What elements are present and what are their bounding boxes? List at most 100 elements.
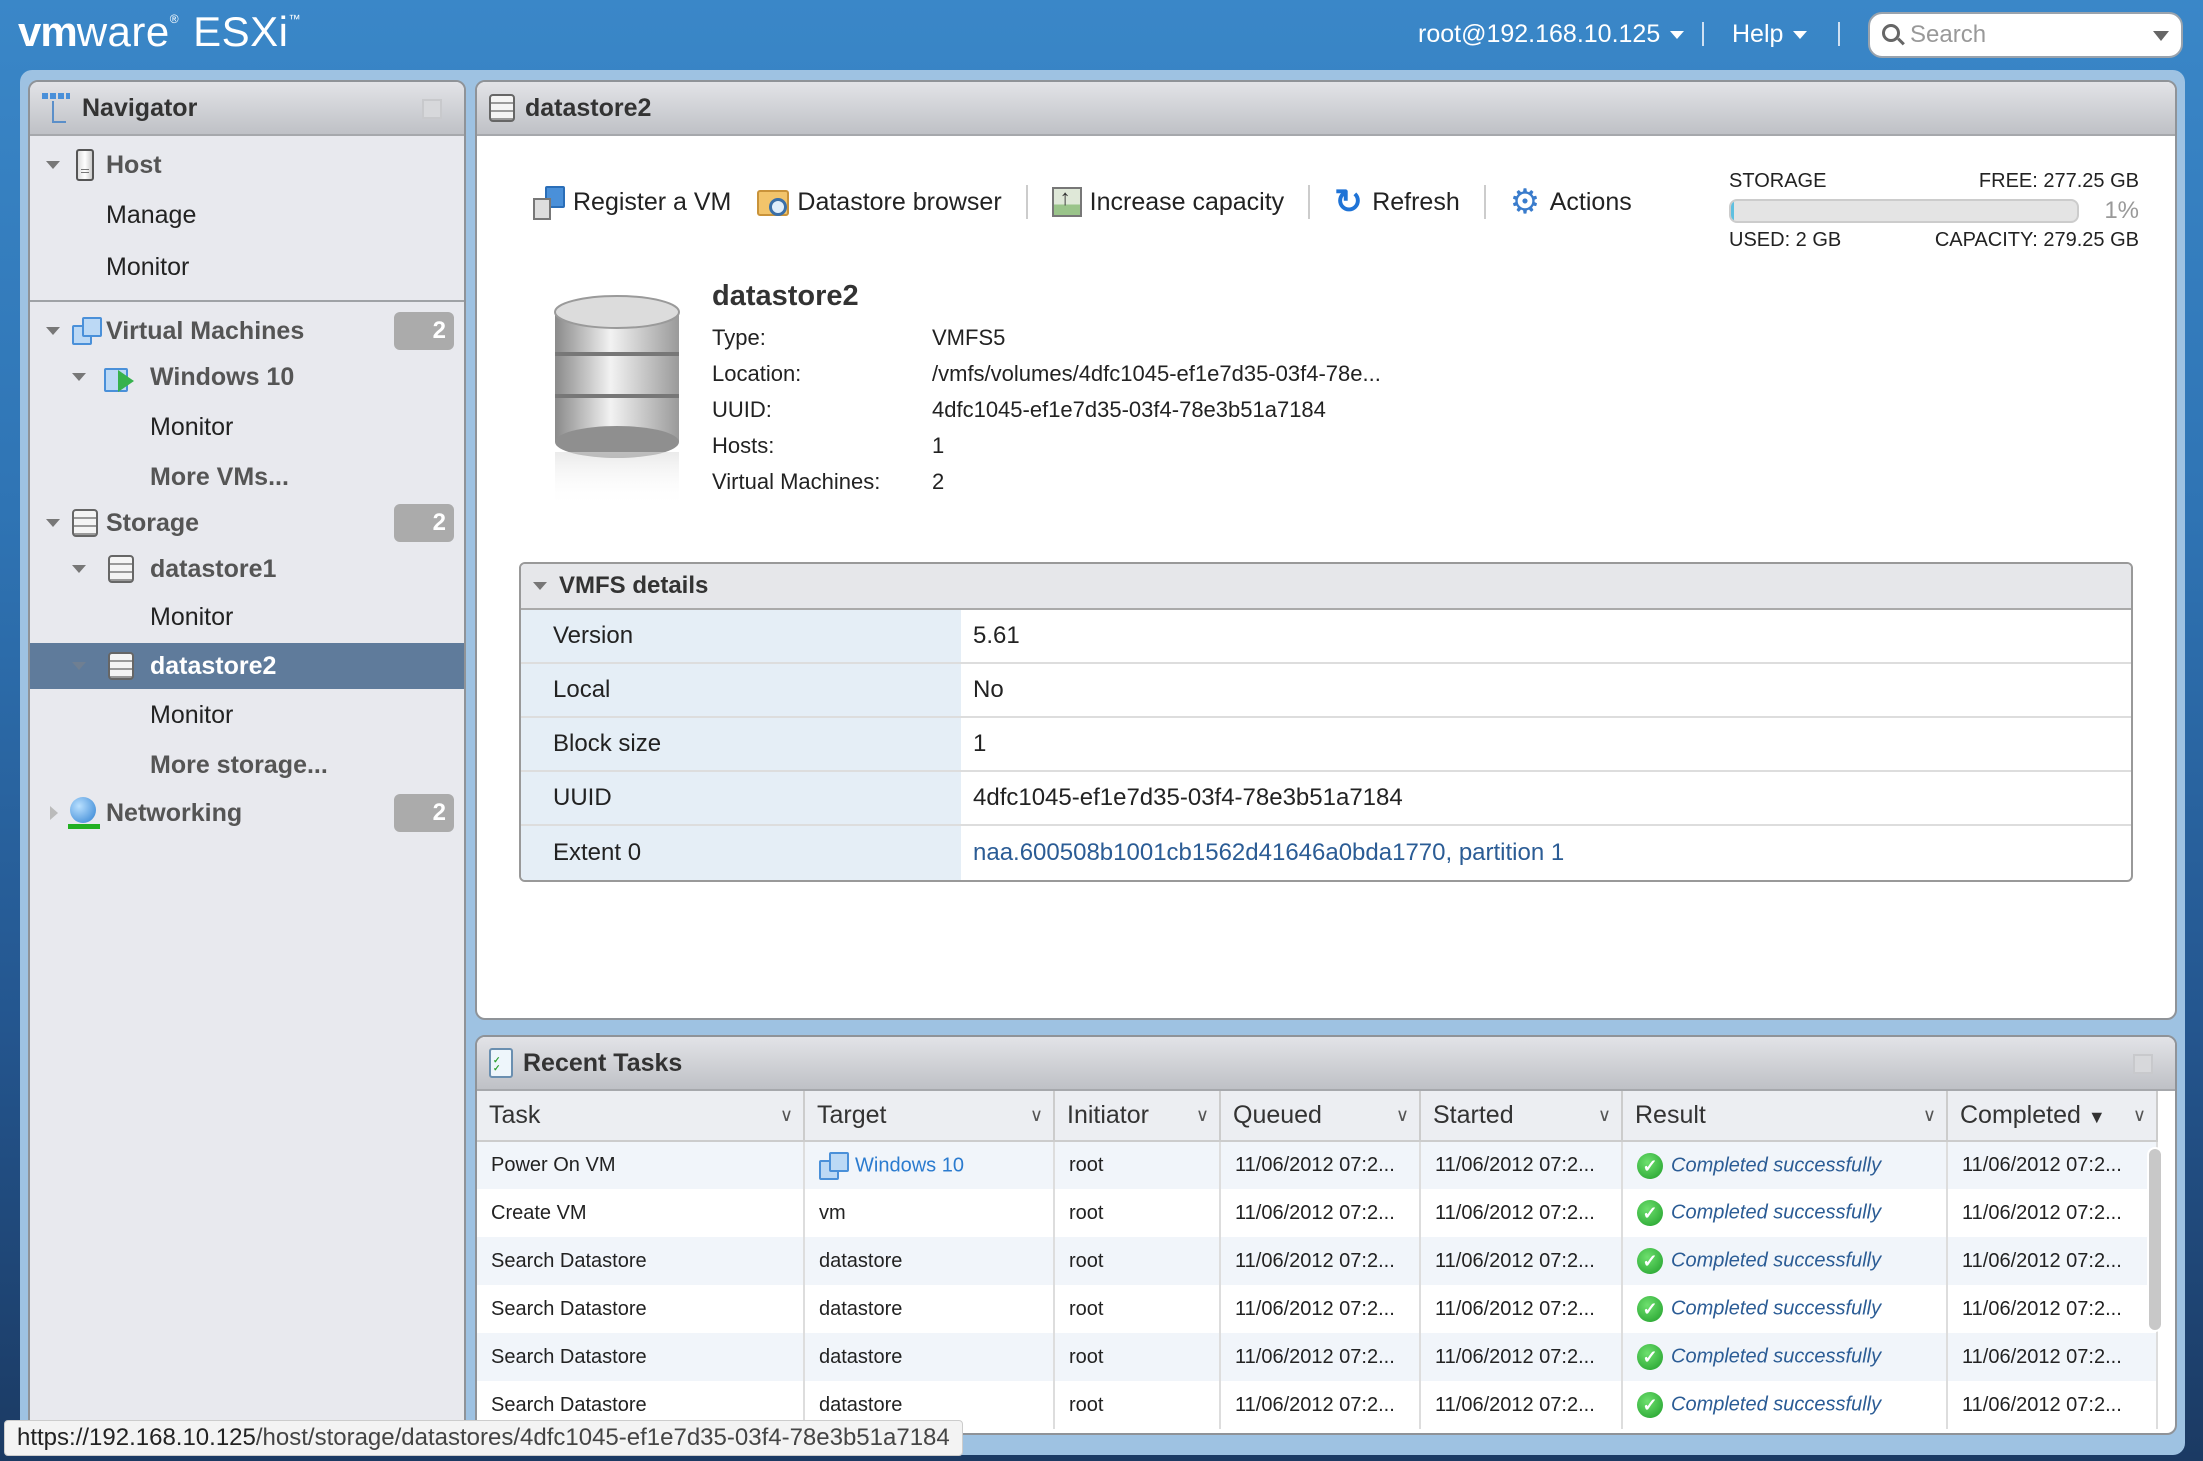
property-key: UUID: — [712, 397, 772, 422]
nav-more-storage[interactable]: More storage... — [30, 742, 464, 788]
cell-text: 11/06/2012 07:2... — [1962, 1393, 2122, 1416]
chevron-down-icon[interactable]: ∨ — [780, 1105, 793, 1126]
cell-text: 11/06/2012 07:2... — [1235, 1201, 1395, 1224]
clipboard-tasks-icon — [489, 1048, 513, 1078]
column-header-initiator[interactable]: Initiator ∨ — [1054, 1091, 1221, 1142]
refresh-icon: ↻ — [1334, 183, 1363, 221]
task-name-cell: Search Datastore — [477, 1237, 805, 1285]
cell-text: 11/06/2012 07:2... — [1435, 1297, 1595, 1320]
collapse-triangle-icon[interactable] — [50, 806, 58, 820]
nav-networking[interactable]: Networking 2 — [30, 790, 464, 836]
chevron-down-icon[interactable]: ∨ — [1396, 1105, 1409, 1126]
column-header-completed[interactable]: Completed ▼ ∨ — [1947, 1091, 2158, 1142]
nav-datastore1-monitor[interactable]: Monitor — [30, 594, 464, 640]
register-vm-icon — [533, 186, 565, 220]
task-row[interactable]: Search Datastore datastore root 11/06/2012 … — [477, 1285, 2158, 1333]
storage-capacity: CAPACITY: 279.25 GB — [1934, 229, 2139, 251]
datastore-panel-header: datastore2 — [477, 82, 2175, 136]
task-queued-cell: 11/06/2012 07:2... — [1220, 1333, 1421, 1381]
column-label: Initiator — [1067, 1101, 1149, 1129]
tasks-header-row: Task ∨ Target ∨ Initiator ∨ Queued ∨ Started… — [477, 1091, 2158, 1142]
column-header-target[interactable]: Target ∨ — [804, 1091, 1055, 1142]
navigator-panel: Navigator Host Manage Monitor Virtual Ma… — [28, 80, 466, 1440]
cell-text: 11/06/2012 07:2... — [1435, 1393, 1595, 1416]
help-menu[interactable]: Help — [1732, 20, 1808, 49]
nav-datastore2-monitor[interactable]: Monitor — [30, 692, 464, 738]
nav-vm-monitor[interactable]: Monitor — [30, 404, 464, 450]
task-result-cell: ✓ Completed successfully — [1622, 1333, 1948, 1381]
vm-powered-on-icon — [104, 362, 136, 392]
nav-more-vms[interactable]: More VMs... — [30, 454, 464, 500]
column-label: Queued — [1233, 1101, 1322, 1129]
cell-text: 11/06/2012 07:2... — [1235, 1297, 1395, 1320]
refresh-button[interactable]: ↻ Refresh — [1328, 183, 1466, 221]
nav-storage[interactable]: Storage 2 — [30, 500, 464, 546]
cell-text: 11/06/2012 07:2... — [1435, 1249, 1595, 1272]
task-target-cell[interactable]: Windows 10 — [804, 1141, 1055, 1189]
task-row[interactable]: Search Datastore datastore root 11/06/2012 … — [477, 1333, 2158, 1381]
property-row: Type: VMFS5 — [712, 320, 1381, 356]
logo-product: ESXi — [193, 8, 289, 55]
task-completed-cell: 11/06/2012 07:2... — [1947, 1333, 2158, 1381]
chevron-down-icon[interactable]: ∨ — [1923, 1105, 1936, 1126]
search-dropdown-icon[interactable] — [2153, 31, 2169, 41]
task-target-cell: datastore — [804, 1285, 1055, 1333]
increase-capacity-button[interactable]: Increase capacity — [1046, 185, 1291, 217]
column-header-result[interactable]: Result ∨ — [1622, 1091, 1948, 1142]
minimize-tasks-button[interactable] — [2133, 1054, 2153, 1074]
expand-triangle-icon[interactable] — [46, 161, 60, 169]
task-started-cell: 11/06/2012 07:2... — [1420, 1333, 1623, 1381]
datastore-browser-button[interactable]: Datastore browser — [751, 186, 1007, 218]
search-input[interactable] — [1910, 20, 2140, 50]
extent-link[interactable]: naa.600508b1001cb1562d41646a0bda1770, pa… — [961, 826, 2131, 880]
task-row[interactable]: Create VM vm root 11/06/2012 07:2... 11/06/2… — [477, 1189, 2158, 1237]
search-icon — [1882, 24, 1900, 42]
nav-datastore2[interactable]: datastore2 — [30, 643, 464, 689]
vmfs-details-toggle[interactable]: VMFS details — [521, 564, 2131, 610]
cell-text: root — [1069, 1393, 1104, 1416]
toolbar-divider — [1308, 185, 1311, 219]
task-row[interactable]: Search Datastore datastore root 11/06/2012 … — [477, 1237, 2158, 1285]
nav-vm-windows10[interactable]: Windows 10 — [30, 354, 464, 400]
column-header-started[interactable]: Started ∨ — [1420, 1091, 1623, 1142]
expand-triangle-icon[interactable] — [72, 565, 86, 573]
expand-triangle-icon[interactable] — [46, 519, 60, 527]
chevron-down-icon[interactable]: ∨ — [1196, 1105, 1209, 1126]
property-key: Hosts: — [712, 433, 775, 458]
task-completed-cell: 11/06/2012 07:2... — [1947, 1237, 2158, 1285]
column-header-task[interactable]: Task ∨ — [477, 1091, 805, 1142]
minimize-navigator-button[interactable] — [422, 99, 442, 119]
task-result-cell: ✓ Completed successfully — [1622, 1285, 1948, 1333]
nav-label: Monitor — [106, 252, 190, 281]
expand-triangle-icon[interactable] — [72, 662, 86, 670]
register-vm-button[interactable]: Register a VM — [527, 186, 737, 220]
task-row[interactable]: Power On VM Windows 10 root 11/06/2012 07:2… — [477, 1141, 2158, 1189]
cell-text: root — [1069, 1297, 1104, 1320]
column-header-queued[interactable]: Queued ∨ — [1220, 1091, 1421, 1142]
chevron-down-icon[interactable]: ∨ — [2133, 1105, 2146, 1126]
count-badge: 2 — [394, 312, 454, 350]
user-menu[interactable]: root@192.168.10.125 — [1418, 20, 1685, 49]
nav-host-monitor[interactable]: Monitor — [30, 244, 464, 290]
nav-datastore1[interactable]: datastore1 — [30, 546, 464, 592]
actions-button[interactable]: ⚙ Actions — [1504, 185, 1638, 219]
search-box[interactable] — [1868, 12, 2183, 58]
task-initiator-cell: root — [1054, 1381, 1221, 1429]
nav-host[interactable]: Host — [30, 142, 464, 188]
url-host: https://192.168.10.125 — [17, 1424, 256, 1451]
button-label: Refresh — [1372, 187, 1460, 216]
chevron-down-icon[interactable]: ∨ — [1030, 1105, 1043, 1126]
storage-usage-fill — [1731, 201, 1735, 221]
success-check-icon: ✓ — [1637, 1152, 1663, 1179]
nav-virtual-machines[interactable]: Virtual Machines 2 — [30, 308, 464, 354]
status-url-tooltip: https://192.168.10.125/host/storage/data… — [4, 1420, 963, 1456]
expand-triangle-icon[interactable] — [72, 373, 86, 381]
chevron-down-icon[interactable]: ∨ — [1598, 1105, 1611, 1126]
tasks-scrollbar[interactable] — [2147, 1147, 2163, 1332]
expand-triangle-icon[interactable] — [46, 327, 60, 335]
nav-host-manage[interactable]: Manage — [30, 192, 464, 238]
property-value: 4dfc1045-ef1e7d35-03f4-78e3b51a7184 — [932, 397, 1326, 422]
target-link[interactable]: Windows 10 — [855, 1154, 964, 1176]
column-label: Task — [489, 1101, 541, 1129]
task-initiator-cell: root — [1054, 1333, 1221, 1381]
